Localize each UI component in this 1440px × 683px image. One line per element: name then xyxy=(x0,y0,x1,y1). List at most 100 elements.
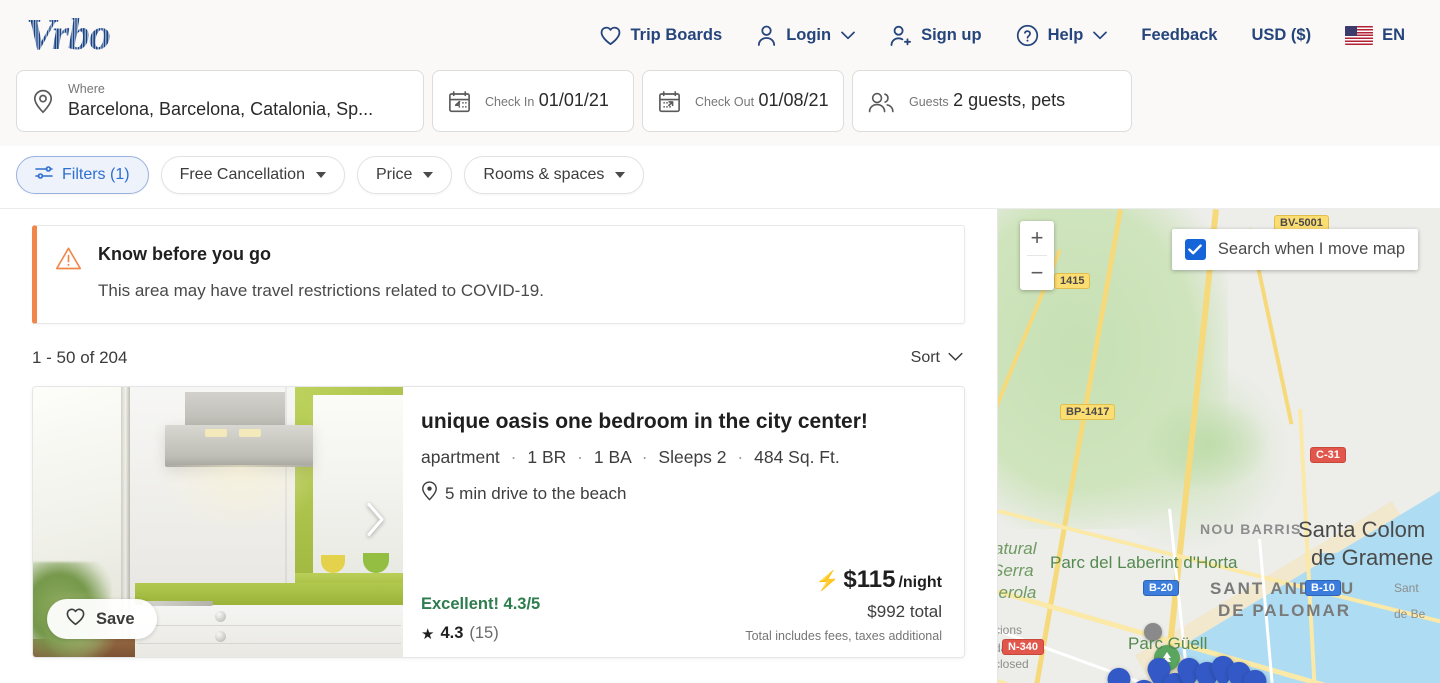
checkin-field[interactable]: Check In 01/01/21 xyxy=(432,70,634,132)
chevron-down-icon xyxy=(948,349,963,367)
checkin-label: Check In xyxy=(485,95,534,109)
listing-price-amount: $115 xyxy=(843,566,895,594)
checkout-field[interactable]: Check Out 01/08/21 xyxy=(642,70,844,132)
listing-location-text: 5 min drive to the beach xyxy=(445,484,626,504)
separator-dot: · xyxy=(731,447,749,467)
sort-button[interactable]: Sort xyxy=(911,349,963,367)
chevron-down-icon xyxy=(841,31,855,40)
search-when-move-map-label: Search when I move map xyxy=(1218,240,1405,259)
filters-button-label: Filters (1) xyxy=(62,166,130,184)
nav-language[interactable]: EN xyxy=(1328,18,1422,53)
checkbox-checked-icon[interactable] xyxy=(1185,239,1206,260)
chevron-down-icon xyxy=(316,172,326,178)
listing-location-note: 5 min drive to the beach xyxy=(421,481,942,506)
calendar-arrow-in-icon xyxy=(447,89,472,114)
checkout-value: 01/08/21 xyxy=(759,90,829,110)
chip-rooms-spaces-label: Rooms & spaces xyxy=(483,166,604,184)
nav-feedback[interactable]: Feedback xyxy=(1124,18,1234,53)
listing-sleeps: Sleeps 2 xyxy=(658,447,726,467)
chip-rooms-spaces[interactable]: Rooms & spaces xyxy=(464,156,644,194)
sort-label: Sort xyxy=(911,349,940,367)
star-icon: ★ xyxy=(421,625,434,643)
listing-card[interactable]: Save unique oasis one bedroom in the cit… xyxy=(32,386,965,658)
chip-free-cancellation[interactable]: Free Cancellation xyxy=(161,156,345,194)
listing-recommendation: Excellent! 4.3/5 xyxy=(421,595,540,614)
listing-stars: ★ 4.3 (15) xyxy=(421,624,540,643)
chevron-down-icon xyxy=(1093,31,1107,40)
chevron-down-icon xyxy=(615,172,625,178)
chip-price-label: Price xyxy=(376,166,412,184)
listing-attributes: apartment · 1 BR · 1 BA · Sleeps 2 · 484… xyxy=(421,447,942,468)
page-body: Know before you go This area may have tr… xyxy=(0,209,1440,683)
filter-chips-row: Filters (1) Free Cancellation Price Room… xyxy=(0,146,1440,209)
map-pin[interactable] xyxy=(1106,667,1132,683)
results-column: Know before you go This area may have tr… xyxy=(0,209,997,683)
listing-total-row: $992 total xyxy=(745,602,942,622)
listing-title[interactable]: unique oasis one bedroom in the city cen… xyxy=(421,409,942,434)
listing-nightly-price: ⚡ $115 /night xyxy=(745,566,942,594)
nav-currency[interactable]: USD ($) xyxy=(1234,18,1328,53)
nav-sign-up-label: Sign up xyxy=(921,26,982,45)
separator-dot: · xyxy=(571,447,589,467)
map-panel[interactable]: Santa Colomde GrameneBarcelonaNOU BARRIS… xyxy=(997,209,1440,683)
nav-login[interactable]: Login xyxy=(739,16,872,55)
filters-button[interactable]: Filters (1) xyxy=(16,156,149,194)
map-pin-icon xyxy=(31,88,55,114)
listing-bathrooms: 1 BA xyxy=(594,447,631,467)
main-navigation: Trip Boards Login Sign u xyxy=(582,16,1423,55)
save-button-label: Save xyxy=(96,610,135,629)
covid-notice-title: Know before you go xyxy=(98,244,544,265)
map-pin[interactable] xyxy=(1242,669,1268,683)
listing-bedrooms: 1 BR xyxy=(527,447,566,467)
calendar-arrow-out-icon xyxy=(657,89,682,114)
nav-sign-up[interactable]: Sign up xyxy=(872,16,999,55)
listing-photo[interactable]: Save xyxy=(33,387,403,657)
listing-total-amount: $992 xyxy=(867,602,905,621)
listing-rating-block: Excellent! 4.3/5 ★ 4.3 (15) xyxy=(421,595,540,643)
question-circle-icon xyxy=(1016,24,1039,47)
listing-type: apartment xyxy=(421,447,500,467)
zoom-in-button[interactable]: + xyxy=(1020,221,1054,255)
nav-trip-boards-label: Trip Boards xyxy=(631,26,723,45)
road-shield: N-340 xyxy=(1002,639,1044,655)
heart-icon xyxy=(65,607,86,631)
listing-price-unit: /night xyxy=(898,574,942,592)
listing-review-count: (15) xyxy=(469,624,498,643)
guests-icon xyxy=(867,89,896,114)
listing-details: unique oasis one bedroom in the city cen… xyxy=(403,387,964,657)
nav-language-label: EN xyxy=(1382,26,1405,45)
listing-price-block: ⚡ $115 /night $992 total Total includes … xyxy=(745,566,942,643)
road-shield: BP-1417 xyxy=(1060,404,1115,420)
next-photo-icon[interactable] xyxy=(363,500,387,545)
road-shield: B-20 xyxy=(1143,580,1179,596)
road-shield: C-31 xyxy=(1310,447,1346,463)
map-zoom-controls[interactable]: + − xyxy=(1020,221,1054,290)
vrbo-logo[interactable]: Vrbo xyxy=(26,13,114,57)
nav-trip-boards[interactable]: Trip Boards xyxy=(582,17,740,54)
chip-price[interactable]: Price xyxy=(357,156,452,194)
separator-dot: · xyxy=(505,447,523,467)
covid-notice-body: This area may have travel restrictions r… xyxy=(98,281,544,301)
chip-free-cancellation-label: Free Cancellation xyxy=(180,166,305,184)
user-plus-icon xyxy=(889,24,912,47)
marker-poi-icon xyxy=(1144,623,1162,641)
nav-login-label: Login xyxy=(786,26,831,45)
results-count: 1 - 50 of 204 xyxy=(32,348,127,368)
guests-field[interactable]: Guests 2 guests, pets xyxy=(852,70,1132,132)
where-value: Barcelona, Barcelona, Catalonia, Sp... xyxy=(68,99,373,119)
road-shield: 1415 xyxy=(1054,273,1090,289)
zoom-out-button[interactable]: − xyxy=(1020,256,1054,290)
us-flag-icon xyxy=(1345,26,1373,45)
warning-triangle-icon xyxy=(55,246,82,301)
save-button[interactable]: Save xyxy=(47,599,157,639)
where-field[interactable]: Where Barcelona, Barcelona, Catalonia, S… xyxy=(16,70,424,132)
sliders-icon xyxy=(35,165,53,185)
listing-rating-value: 4.3 xyxy=(440,624,463,643)
search-when-move-map-toggle[interactable]: Search when I move map xyxy=(1172,229,1418,270)
listing-fine-print: Total includes fees, taxes additional xyxy=(745,629,942,643)
heart-icon xyxy=(599,25,622,46)
nav-help-label: Help xyxy=(1048,26,1084,45)
nav-help[interactable]: Help xyxy=(999,16,1125,55)
separator-dot: · xyxy=(636,447,654,467)
checkout-label: Check Out xyxy=(695,95,754,109)
